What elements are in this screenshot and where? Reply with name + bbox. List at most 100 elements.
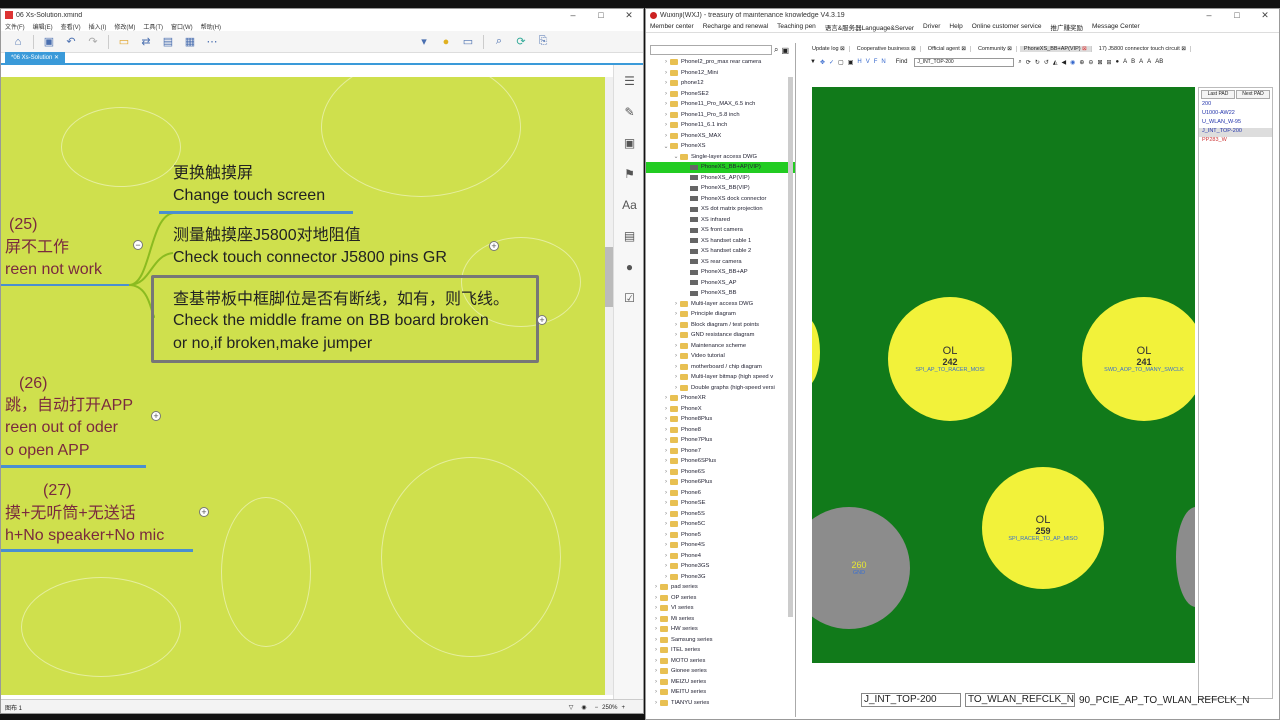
menu-driver[interactable]: Driver: [923, 23, 940, 30]
filter-icon[interactable]: ▽: [569, 704, 574, 711]
tree-item[interactable]: › Phone6Plus: [646, 477, 795, 488]
expand-toggle[interactable]: +: [151, 411, 161, 421]
share-icon[interactable]: ⟳: [510, 34, 532, 50]
maximize-button[interactable]: □: [587, 10, 615, 20]
pad-select[interactable]: J_INT_TOP-200: [861, 693, 961, 707]
front-icon[interactable]: F: [874, 59, 878, 65]
topic-26-en1[interactable]: reen out of oder: [5, 417, 118, 439]
normal-icon[interactable]: N: [881, 59, 885, 65]
collapse-toggle[interactable]: −: [133, 240, 143, 250]
tree-item[interactable]: › Video tutorial: [646, 351, 795, 362]
notes-icon[interactable]: ▤: [614, 220, 643, 251]
chevron-right-icon[interactable]: ›: [662, 521, 670, 527]
zoom-level[interactable]: 250%: [602, 705, 617, 711]
reset-icon[interactable]: ↺: [1044, 59, 1049, 66]
menu-teaching-pen[interactable]: Teaching pen: [777, 23, 816, 30]
tree-item[interactable]: ⌄ Single-layer access DWG: [646, 152, 795, 163]
chevron-right-icon[interactable]: ›: [652, 584, 660, 590]
pcb-board-view[interactable]: OL 242 SPI_AP_TO_RACER_MOSI OL 241 SWD_A…: [812, 87, 1195, 663]
chevron-right-icon[interactable]: ›: [652, 700, 660, 706]
boundary-icon[interactable]: ▤: [157, 34, 179, 50]
tree-item[interactable]: › Phone11_Pro_MAX_6.5 inch: [646, 99, 795, 110]
chevron-right-icon[interactable]: ›: [662, 122, 670, 128]
chevron-right-icon[interactable]: ›: [662, 542, 670, 548]
tree-item[interactable]: › HW series: [646, 624, 795, 635]
outline-icon[interactable]: ☰: [614, 65, 643, 96]
tree-item[interactable]: › Phone6: [646, 488, 795, 499]
topic-27-number[interactable]: (27): [43, 480, 71, 502]
chevron-right-icon[interactable]: ›: [652, 679, 660, 685]
chevron-right-icon[interactable]: ›: [672, 353, 680, 359]
menu-edit[interactable]: 编辑(E): [33, 22, 53, 31]
marker-flag-icon[interactable]: ⚑: [614, 158, 643, 189]
topic-27-en[interactable]: h+No speaker+No mic: [5, 525, 164, 547]
chevron-right-icon[interactable]: ›: [672, 364, 680, 370]
tree-item[interactable]: › ITEL series: [646, 645, 795, 656]
grid-icon[interactable]: ⊞: [1106, 59, 1111, 66]
vertical-scrollbar[interactable]: [605, 77, 613, 695]
chevron-right-icon[interactable]: ›: [672, 301, 680, 307]
tree-item[interactable]: › Principle diagram: [646, 309, 795, 320]
layer2-icon[interactable]: ▣: [848, 59, 854, 66]
chevron-right-icon[interactable]: ›: [662, 490, 670, 496]
image-icon[interactable]: ▣: [614, 127, 643, 158]
chevron-right-icon[interactable]: ›: [662, 427, 670, 433]
tree-item[interactable]: › PhoneX: [646, 404, 795, 415]
tree-item[interactable]: XS front camera: [646, 225, 795, 236]
pad-partial-right[interactable]: [1176, 507, 1195, 607]
menu-help[interactable]: 帮助(H): [201, 22, 221, 31]
menu-window[interactable]: 窗口(W): [171, 22, 193, 31]
tree-item[interactable]: › MEIZU series: [646, 677, 795, 688]
undo-icon[interactable]: ↶: [60, 34, 82, 50]
tree-item[interactable]: › pad series: [646, 582, 795, 593]
tree-item[interactable]: PhoneXS_BB(VIP): [646, 183, 795, 194]
topic-change-touch-en[interactable]: Change touch screen: [173, 185, 325, 207]
home-icon[interactable]: ⌂: [7, 34, 29, 50]
topic-change-touch-cn[interactable]: 更换触摸屏: [173, 163, 253, 185]
tree-item[interactable]: › Mi series: [646, 614, 795, 625]
menu-insert[interactable]: 插入(I): [89, 22, 107, 31]
tree-item[interactable]: › OP series: [646, 593, 795, 604]
chevron-right-icon[interactable]: ›: [652, 647, 660, 653]
close-button[interactable]: ✕: [615, 10, 643, 21]
maximize-button[interactable]: □: [1223, 10, 1251, 20]
search-icon[interactable]: ⌕: [774, 45, 778, 55]
tree-item[interactable]: › Phone8Plus: [646, 414, 795, 425]
tree-item[interactable]: XS handset cable 2: [646, 246, 795, 257]
chevron-right-icon[interactable]: ›: [672, 343, 680, 349]
eye-icon[interactable]: ◉: [581, 704, 586, 711]
close-button[interactable]: ✕: [1251, 10, 1279, 21]
relationship-icon[interactable]: ⇄: [135, 34, 157, 50]
zoom-out-icon[interactable]: ⊖: [1088, 59, 1093, 66]
net-item[interactable]: U1000-AW22: [1199, 110, 1272, 119]
abc-icon[interactable]: AB: [1155, 59, 1163, 65]
tree-item[interactable]: › Multi-layer access DWG: [646, 299, 795, 310]
topic-25-en[interactable]: reen not work: [5, 259, 102, 281]
tree-item[interactable]: XS handset cable 1: [646, 236, 795, 247]
text-icon[interactable]: A: [1139, 59, 1143, 65]
tree-item[interactable]: › Gionee series: [646, 666, 795, 677]
tree-item[interactable]: › Phone6SPlus: [646, 456, 795, 467]
menu-help[interactable]: Help: [949, 23, 962, 30]
chevron-right-icon[interactable]: ›: [662, 437, 670, 443]
more-icon[interactable]: ⋯: [201, 34, 223, 50]
bullet-icon[interactable]: ●: [1116, 59, 1120, 65]
net-item-selected[interactable]: J_INT_TOP-200: [1199, 128, 1272, 137]
chevron-down-icon[interactable]: ⌄: [662, 143, 670, 150]
summary-icon[interactable]: ▦: [179, 34, 201, 50]
tree-item[interactable]: › Block diagram / test points: [646, 320, 795, 331]
tree-item[interactable]: › PhoneI2_pro_max rear camera: [646, 57, 795, 68]
next-pad-button[interactable]: Next PAD: [1236, 90, 1270, 99]
close-view-icon[interactable]: ⊠: [1097, 59, 1102, 66]
chevron-down-icon[interactable]: ⌄: [672, 153, 680, 160]
chevron-right-icon[interactable]: ›: [662, 448, 670, 454]
expand-toggle[interactable]: +: [489, 241, 499, 251]
minimize-button[interactable]: –: [1195, 10, 1223, 20]
chevron-right-icon[interactable]: ›: [662, 553, 670, 559]
menu-message-center[interactable]: Message Center: [1092, 23, 1140, 30]
chevron-right-icon[interactable]: ›: [662, 511, 670, 517]
tree-item[interactable]: PhoneXS_BB+AP: [646, 267, 795, 278]
check-icon[interactable]: ✓: [829, 59, 834, 66]
chevron-right-icon[interactable]: ›: [652, 668, 660, 674]
topic-check-frame-en1[interactable]: Check the middle frame on BB board broke…: [173, 310, 489, 332]
